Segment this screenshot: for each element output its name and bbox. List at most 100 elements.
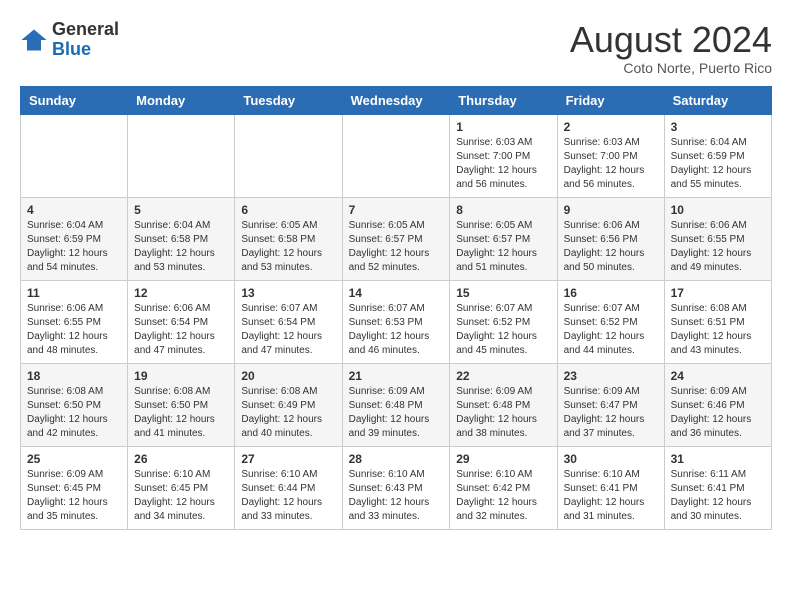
calendar-cell: 22Sunrise: 6:09 AM Sunset: 6:48 PM Dayli… [450,363,557,446]
day-info: Sunrise: 6:07 AM Sunset: 6:53 PM Dayligh… [349,302,444,358]
calendar-header-row: SundayMondayTuesdayWednesdayThursdayFrid… [21,86,772,114]
day-info: Sunrise: 6:08 AM Sunset: 6:50 PM Dayligh… [134,385,228,441]
day-number: 23 [564,369,658,383]
calendar-cell: 8Sunrise: 6:05 AM Sunset: 6:57 PM Daylig… [450,197,557,280]
calendar-cell: 5Sunrise: 6:04 AM Sunset: 6:58 PM Daylig… [128,197,235,280]
title-block: August 2024 Coto Norte, Puerto Rico [570,20,772,76]
day-number: 27 [241,452,335,466]
day-number: 12 [134,286,228,300]
day-number: 24 [671,369,765,383]
day-info: Sunrise: 6:09 AM Sunset: 6:47 PM Dayligh… [564,385,658,441]
day-number: 16 [564,286,658,300]
calendar-cell: 13Sunrise: 6:07 AM Sunset: 6:54 PM Dayli… [235,280,342,363]
calendar-cell: 20 Sunrise: 6:08 AM Sunset: 6:49 PM Dayli… [235,363,342,446]
calendar-cell: 27 Sunrise: 6:10 AM Sunset: 6:44 PM Dayli… [235,446,342,529]
day-info: Sunrise: 6:09 AM Sunset: 6:48 PM Dayligh… [349,385,444,441]
weekday-header: Monday [128,86,235,114]
calendar-cell: 31Sunrise: 6:11 AM Sunset: 6:41 PM Dayli… [664,446,771,529]
weekday-header: Friday [557,86,664,114]
day-info: Sunrise: 6:06 AM Sunset: 6:55 PM Dayligh… [27,302,121,358]
calendar-cell: 21 Sunrise: 6:09 AM Sunset: 6:48 PM Dayli… [342,363,450,446]
calendar-cell: 14 Sunrise: 6:07 AM Sunset: 6:53 PM Dayli… [342,280,450,363]
day-info: Sunrise: 6:10 AM Sunset: 6:44 PM Dayligh… [241,468,335,524]
day-number: 1 [456,120,550,134]
calendar-week-row: 1 Sunrise: 6:03 AM Sunset: 7:00 PM Daylig… [21,114,772,197]
calendar-cell: 3 Sunrise: 6:04 AM Sunset: 6:59 PM Daylig… [664,114,771,197]
day-number: 2 [564,120,658,134]
calendar-cell: 26Sunrise: 6:10 AM Sunset: 6:45 PM Dayli… [128,446,235,529]
day-number: 28 [349,452,444,466]
day-info: Sunrise: 6:07 AM Sunset: 6:52 PM Dayligh… [564,302,658,358]
day-number: 30 [564,452,658,466]
calendar-cell: 4Sunrise: 6:04 AM Sunset: 6:59 PM Daylig… [21,197,128,280]
calendar-cell: 7 Sunrise: 6:05 AM Sunset: 6:57 PM Daylig… [342,197,450,280]
day-number: 29 [456,452,550,466]
day-info: Sunrise: 6:09 AM Sunset: 6:45 PM Dayligh… [27,468,121,524]
day-info: Sunrise: 6:08 AM Sunset: 6:49 PM Dayligh… [241,385,335,441]
calendar-cell: 12 Sunrise: 6:06 AM Sunset: 6:54 PM Dayli… [128,280,235,363]
day-number: 26 [134,452,228,466]
day-number: 17 [671,286,765,300]
calendar-cell: 2Sunrise: 6:03 AM Sunset: 7:00 PM Daylig… [557,114,664,197]
page-header: General Blue August 2024 Coto Norte, Pue… [20,20,772,76]
day-number: 15 [456,286,550,300]
calendar-cell: 9 Sunrise: 6:06 AM Sunset: 6:56 PM Daylig… [557,197,664,280]
day-info: Sunrise: 6:04 AM Sunset: 6:59 PM Dayligh… [671,136,765,192]
day-info: Sunrise: 6:04 AM Sunset: 6:58 PM Dayligh… [134,219,228,275]
day-number: 7 [349,203,444,217]
calendar-body: 1 Sunrise: 6:03 AM Sunset: 7:00 PM Daylig… [21,114,772,529]
logo-icon [20,26,48,54]
calendar-cell: 17 Sunrise: 6:08 AM Sunset: 6:51 PM Dayli… [664,280,771,363]
day-number: 11 [27,286,121,300]
calendar-cell: 18 Sunrise: 6:08 AM Sunset: 6:50 PM Dayli… [21,363,128,446]
day-info: Sunrise: 6:05 AM Sunset: 6:57 PM Dayligh… [349,219,444,275]
day-info: Sunrise: 6:06 AM Sunset: 6:56 PM Dayligh… [564,219,658,275]
day-number: 10 [671,203,765,217]
day-info: Sunrise: 6:05 AM Sunset: 6:57 PM Dayligh… [456,219,550,275]
day-number: 18 [27,369,121,383]
calendar-cell: 29Sunrise: 6:10 AM Sunset: 6:42 PM Dayli… [450,446,557,529]
day-number: 3 [671,120,765,134]
weekday-header: Tuesday [235,86,342,114]
day-number: 4 [27,203,121,217]
day-number: 31 [671,452,765,466]
weekday-header: Thursday [450,86,557,114]
calendar-cell [128,114,235,197]
day-info: Sunrise: 6:09 AM Sunset: 6:48 PM Dayligh… [456,385,550,441]
calendar-cell: 10Sunrise: 6:06 AM Sunset: 6:55 PM Dayli… [664,197,771,280]
calendar-cell: 28 Sunrise: 6:10 AM Sunset: 6:43 PM Dayli… [342,446,450,529]
calendar-cell: 1 Sunrise: 6:03 AM Sunset: 7:00 PM Daylig… [450,114,557,197]
logo: General Blue [20,20,119,60]
day-info: Sunrise: 6:03 AM Sunset: 7:00 PM Dayligh… [456,136,550,192]
weekday-header: Saturday [664,86,771,114]
calendar-cell: 23 Sunrise: 6:09 AM Sunset: 6:47 PM Dayli… [557,363,664,446]
calendar-week-row: 11 Sunrise: 6:06 AM Sunset: 6:55 PM Dayli… [21,280,772,363]
calendar-cell [235,114,342,197]
calendar-cell: 11 Sunrise: 6:06 AM Sunset: 6:55 PM Dayli… [21,280,128,363]
calendar-cell: 6 Sunrise: 6:05 AM Sunset: 6:58 PM Daylig… [235,197,342,280]
day-number: 14 [349,286,444,300]
month-title: August 2024 [570,20,772,60]
day-number: 9 [564,203,658,217]
calendar-cell: 25 Sunrise: 6:09 AM Sunset: 6:45 PM Dayli… [21,446,128,529]
day-number: 21 [349,369,444,383]
day-info: Sunrise: 6:07 AM Sunset: 6:54 PM Dayligh… [241,302,335,358]
calendar-cell [21,114,128,197]
calendar-cell: 30 Sunrise: 6:10 AM Sunset: 6:41 PM Dayli… [557,446,664,529]
day-info: Sunrise: 6:09 AM Sunset: 6:46 PM Dayligh… [671,385,765,441]
calendar-cell [342,114,450,197]
day-info: Sunrise: 6:08 AM Sunset: 6:50 PM Dayligh… [27,385,121,441]
calendar-cell: 19Sunrise: 6:08 AM Sunset: 6:50 PM Dayli… [128,363,235,446]
calendar-cell: 24 Sunrise: 6:09 AM Sunset: 6:46 PM Dayli… [664,363,771,446]
weekday-header: Wednesday [342,86,450,114]
day-info: Sunrise: 6:10 AM Sunset: 6:41 PM Dayligh… [564,468,658,524]
day-info: Sunrise: 6:08 AM Sunset: 6:51 PM Dayligh… [671,302,765,358]
day-number: 6 [241,203,335,217]
day-info: Sunrise: 6:05 AM Sunset: 6:58 PM Dayligh… [241,219,335,275]
day-info: Sunrise: 6:07 AM Sunset: 6:52 PM Dayligh… [456,302,550,358]
day-info: Sunrise: 6:10 AM Sunset: 6:43 PM Dayligh… [349,468,444,524]
calendar-week-row: 25 Sunrise: 6:09 AM Sunset: 6:45 PM Dayli… [21,446,772,529]
day-number: 20 [241,369,335,383]
day-info: Sunrise: 6:06 AM Sunset: 6:54 PM Dayligh… [134,302,228,358]
day-number: 25 [27,452,121,466]
